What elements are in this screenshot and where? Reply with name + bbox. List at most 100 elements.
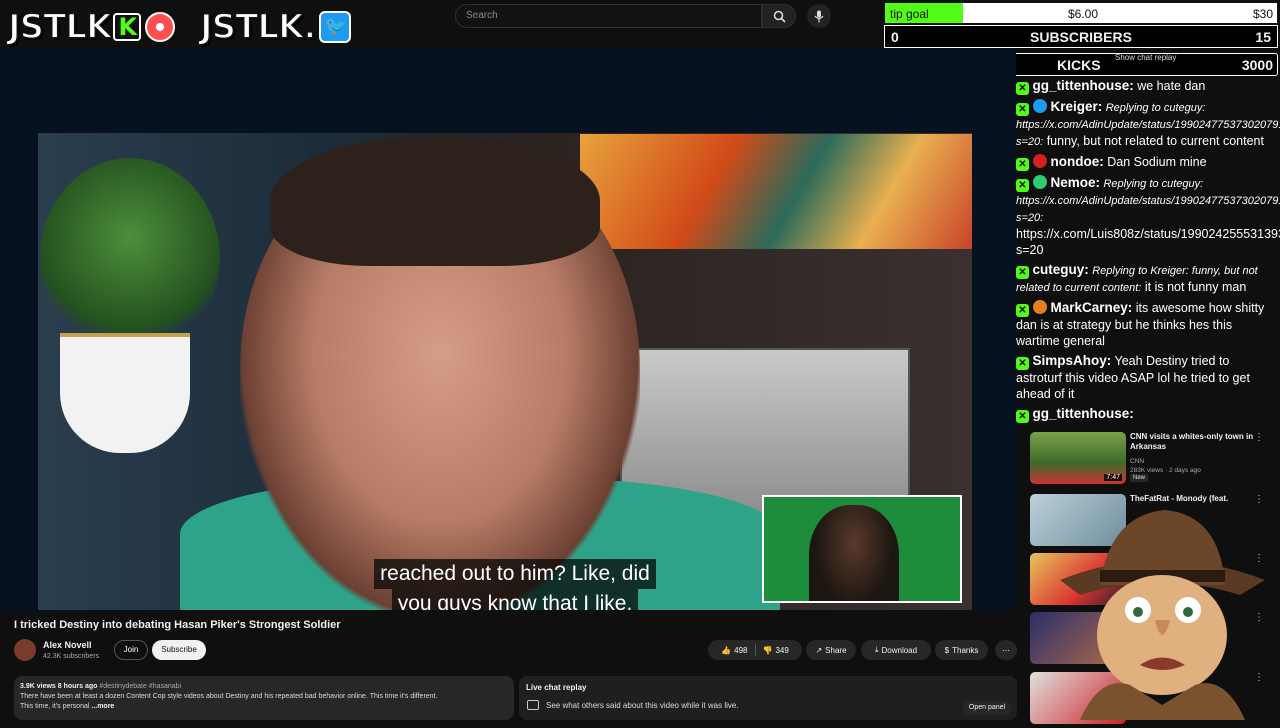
twitter-bird-icon: 🐦 <box>319 11 352 43</box>
live-chat-replay-text: See what others said about this video wh… <box>546 701 739 710</box>
chat-badge-icon: ✕ <box>1016 266 1029 279</box>
twitter-logo-text: JSTLK. <box>199 6 317 48</box>
related-title: CNN visits a whites-only town in Arkansa… <box>1130 432 1254 451</box>
speaker-hair <box>270 136 600 266</box>
twitter-channel-logo: JSTLK. 🐦 <box>199 6 352 48</box>
hashtags[interactable]: #destinydebate #hasanabi <box>99 683 181 690</box>
description-line-1: There have been at least a dozen Content… <box>20 693 438 700</box>
kicks-target: 3000 <box>1241 57 1273 73</box>
chat-badge-icon: ✕ <box>1016 158 1029 171</box>
plant-pot <box>60 333 190 453</box>
new-badge: New <box>1130 474 1149 482</box>
join-button[interactable]: Join <box>114 640 148 660</box>
share-button[interactable]: ↗ Share <box>806 640 856 660</box>
chat-text: Dan Sodium mine <box>1107 155 1207 169</box>
thanks-icon: $ <box>944 645 950 655</box>
related-meta: 283K views · 2 days ago <box>1130 467 1201 474</box>
download-icon: ⤓ <box>874 645 879 654</box>
more-actions-button[interactable]: ⋯ <box>995 640 1017 660</box>
streamer-webcam <box>762 495 962 603</box>
tip-goal-label: tip goal <box>890 7 929 21</box>
chat-message: ✕ nondoe: Dan Sodium mine <box>1012 152 1280 173</box>
subscriber-count: 42.3K subscribers <box>43 653 100 660</box>
chat-message: ✕ cuteguy: Replying to Kreiger: funny, b… <box>1012 260 1280 298</box>
live-chat-replay-title: Live chat replay <box>526 683 587 692</box>
user-badge-icon <box>1033 154 1047 168</box>
chat-username[interactable]: Kreiger: <box>1050 99 1102 114</box>
subscribe-button[interactable]: Subscribe <box>152 640 206 660</box>
chat-badge-icon: ✕ <box>1016 357 1029 370</box>
live-record-icon <box>145 12 176 42</box>
download-button[interactable]: ⤓ Download <box>861 640 931 660</box>
description-box[interactable]: 3.9K views 8 hours ago #destinydebate #h… <box>14 676 514 720</box>
chat-username[interactable]: Nemoe: <box>1050 175 1100 190</box>
video-subtitles: reached out to him? Like, did you guys k… <box>345 559 685 610</box>
user-badge-icon <box>1033 99 1047 113</box>
tip-goal-target: $30 <box>1252 7 1273 21</box>
search-input[interactable]: Search <box>455 4 762 28</box>
chat-message: ✕ gg_tittenhouse: we hate dan <box>1012 76 1280 97</box>
related-channel: CNN <box>1130 458 1145 465</box>
thumbs-up-icon[interactable]: 👍 <box>721 646 731 655</box>
description-line-2: This time, it's personal <box>20 703 90 710</box>
tip-goal-bar: tip goal $6.00 $30 <box>884 2 1278 24</box>
thanks-button[interactable]: $ Thanks <box>935 640 988 660</box>
show-chat-replay-link[interactable]: Show chat replay <box>1115 53 1176 62</box>
chat-username[interactable]: gg_tittenhouse: <box>1032 406 1133 421</box>
chat-message: ✕ MarkCarney: its awesome how shitty dan… <box>1012 298 1280 351</box>
subscribers-target: 15 <box>1255 29 1271 45</box>
channel-name[interactable]: Alex Novell <box>43 640 92 650</box>
search-icon <box>773 10 786 23</box>
share-icon: ↗ <box>815 645 823 655</box>
subscribers-current: 0 <box>891 29 899 45</box>
like-dislike-group[interactable]: 👍 498 👎 349 <box>708 640 802 660</box>
chat-text: funny, but not related to current conten… <box>1046 134 1264 148</box>
open-panel-button[interactable]: Open panel <box>963 701 1011 715</box>
detective-mascot <box>1060 510 1265 720</box>
subtitle-line-1: reached out to him? Like, did <box>374 559 656 589</box>
subtitle-line-2: you guys know that I like. <box>391 589 639 610</box>
chat-message: ✕ SimpsAhoy: Yeah Destiny tried to astro… <box>1012 351 1280 404</box>
chat-text: https://x.com/Luis808z/status/1990242555… <box>1016 227 1280 257</box>
show-more-link[interactable]: ...more <box>91 703 114 710</box>
chat-username[interactable]: MarkCarney: <box>1050 300 1132 315</box>
duration-badge: 7:47 <box>1104 474 1122 481</box>
channel-avatar[interactable] <box>14 639 36 661</box>
chat-badge-icon: ✕ <box>1016 82 1029 95</box>
video-player[interactable]: reached out to him? Like, did you guys k… <box>0 48 1016 610</box>
chat-text: it is not funny man <box>1144 280 1247 294</box>
chat-badge-icon: ✕ <box>1016 410 1029 423</box>
chat-username[interactable]: nondoe: <box>1050 154 1103 169</box>
plant <box>40 158 220 358</box>
chat-message: ✕ Kreiger: Replying to cuteguy: https://… <box>1012 97 1280 152</box>
wall-painting <box>580 134 972 249</box>
chat-overlay: ✕ gg_tittenhouse: we hate dan ✕ Kreiger: … <box>1012 76 1280 436</box>
related-thumbnail: 7:47 <box>1030 432 1126 484</box>
subscribers-label: SUBSCRIBERS <box>1030 29 1132 45</box>
chat-text: we hate dan <box>1137 79 1206 93</box>
user-badge-icon <box>1033 175 1047 189</box>
chat-username[interactable]: SimpsAhoy: <box>1032 353 1111 368</box>
kick-channel-logo: JSTLK K <box>7 6 176 48</box>
chat-badge-icon: ✕ <box>1016 179 1029 192</box>
divider <box>754 644 756 656</box>
chat-badge-icon: ✕ <box>1016 103 1029 116</box>
chat-badge-icon: ✕ <box>1016 304 1029 317</box>
live-chat-replay-panel: Live chat replay See what others said ab… <box>519 676 1017 720</box>
search-button[interactable] <box>762 4 796 28</box>
user-badge-icon <box>1033 300 1047 314</box>
tip-goal-current: $6.00 <box>1068 7 1099 21</box>
voice-search-button[interactable] <box>807 4 831 28</box>
subscribers-goal-bar: 0 SUBSCRIBERS 15 <box>884 25 1278 48</box>
chat-message: ✕ Nemoe: Replying to cuteguy: https://x.… <box>1012 173 1280 260</box>
chat-username[interactable]: cuteguy: <box>1032 262 1088 277</box>
more-icon[interactable]: ⋮ <box>1254 432 1264 443</box>
thumbs-down-icon[interactable]: 👎 <box>763 646 773 655</box>
kick-logo-text: JSTLK <box>7 6 113 48</box>
chat-username[interactable]: gg_tittenhouse: <box>1032 78 1133 93</box>
kick-icon: K <box>113 13 142 41</box>
related-video[interactable]: 7:47 CNN visits a whites-only town in Ar… <box>1030 432 1280 488</box>
chat-icon <box>527 700 539 710</box>
more-icon: ⋯ <box>1002 645 1010 655</box>
video-title: I tricked Destiny into debating Hasan Pi… <box>14 619 341 631</box>
